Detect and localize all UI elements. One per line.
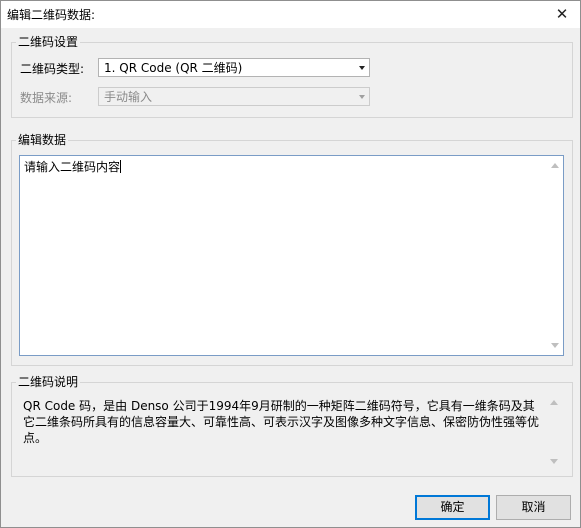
qr-description-text: QR Code 码，是由 Denso 公司于1994年9月研制的一种矩阵二维码符… <box>23 399 540 445</box>
content-scrollbar[interactable] <box>546 156 563 355</box>
chevron-down-icon <box>359 95 365 99</box>
window-title: 编辑二维码数据: <box>7 8 96 22</box>
edit-data-group-label: 编辑数据 <box>16 132 69 148</box>
qr-content-text: 请输入二维码内容 <box>24 160 122 174</box>
chevron-down-icon <box>359 66 365 70</box>
description-group-label: 二维码说明 <box>16 374 81 390</box>
scroll-up-icon[interactable] <box>550 400 558 405</box>
settings-group-label: 二维码设置 <box>16 34 81 50</box>
close-icon[interactable]: ✕ <box>544 1 580 28</box>
dialog-window: 编辑二维码数据: ✕ 二维码设置 二维码类型: 1. QR Code (QR 二… <box>0 0 581 528</box>
data-source-value: 手动输入 <box>104 90 153 104</box>
scroll-down-icon[interactable] <box>551 343 559 348</box>
qr-type-value: 1. QR Code (QR 二维码) <box>104 61 243 75</box>
description-scrollbar[interactable] <box>547 394 561 470</box>
data-source-select: 手动输入 <box>98 87 370 106</box>
qr-type-select[interactable]: 1. QR Code (QR 二维码) <box>98 58 370 77</box>
cancel-button[interactable]: 取消 <box>496 495 571 520</box>
title-bar: 编辑二维码数据: ✕ <box>1 1 580 28</box>
text-caret <box>120 160 122 173</box>
ok-button[interactable]: 确定 <box>415 495 490 520</box>
qr-type-label: 二维码类型: <box>20 62 85 76</box>
scroll-down-icon[interactable] <box>550 459 558 464</box>
data-source-label: 数据来源: <box>20 91 73 105</box>
scroll-up-icon[interactable] <box>551 163 559 168</box>
settings-group: 二维码设置 <box>11 34 573 118</box>
qr-content-textarea[interactable]: 请输入二维码内容 <box>19 155 564 356</box>
